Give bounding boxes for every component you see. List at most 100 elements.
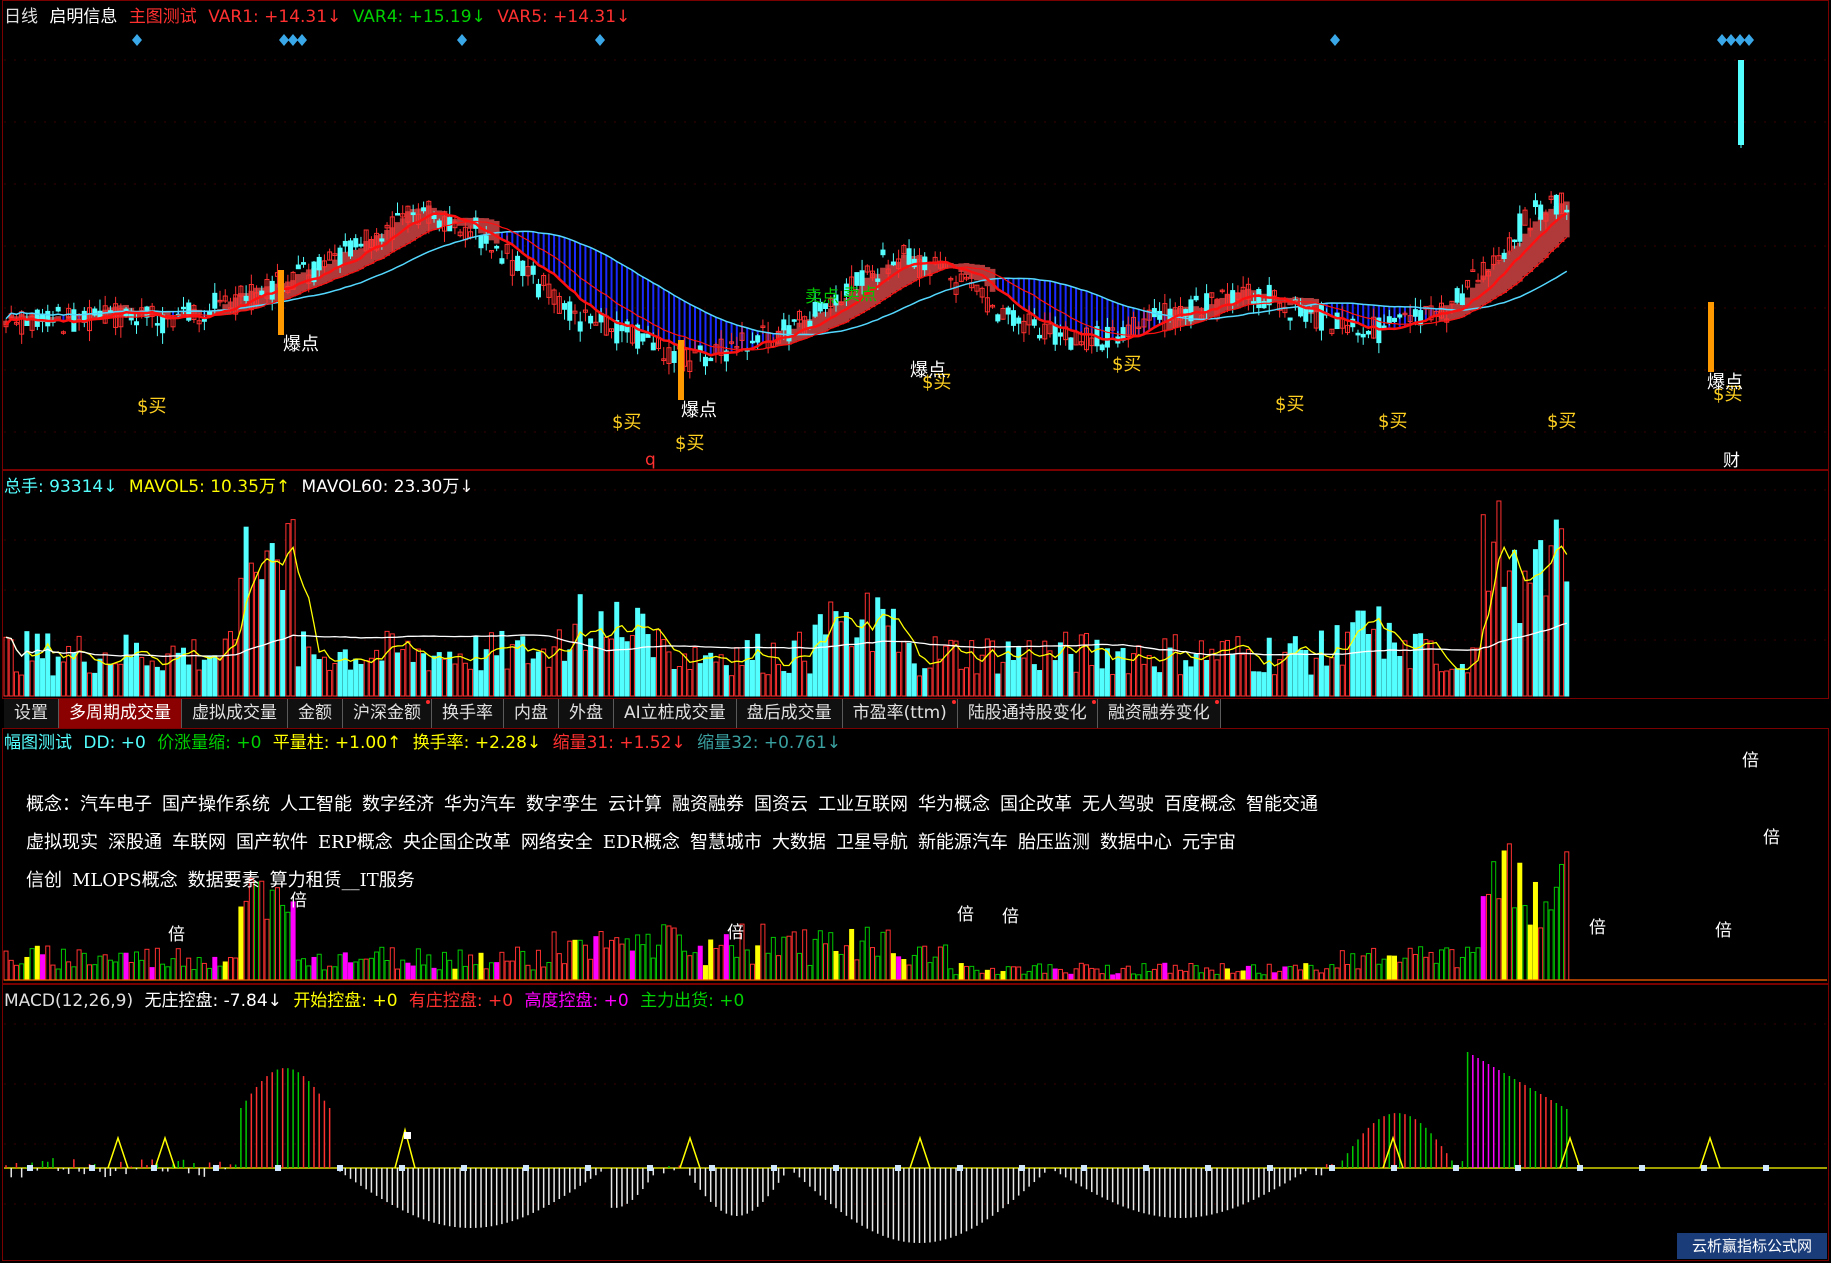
volume-bar	[901, 640, 907, 697]
amplitude-bar	[1355, 968, 1361, 981]
tab-0[interactable]: 设置	[4, 699, 59, 728]
amplitude-bar	[1271, 972, 1277, 981]
volume-bar	[786, 672, 792, 697]
amplitude-bar	[374, 951, 380, 981]
candle-body	[1010, 310, 1016, 326]
tab-10[interactable]: 市盈率(ttm)	[842, 699, 958, 728]
amplitude-bar	[269, 889, 275, 981]
amplitude-bar	[796, 952, 802, 981]
volume-bar	[1553, 519, 1559, 697]
volume-bar	[358, 663, 364, 697]
volume-bar	[509, 644, 515, 697]
amplitude-bar	[379, 946, 385, 981]
amplitude-bar	[66, 961, 72, 981]
volume-bar	[123, 634, 129, 697]
concept-tag: 国产操作系统	[162, 794, 270, 815]
volume-bar	[494, 655, 500, 697]
tab-5[interactable]: 换手率	[432, 699, 504, 728]
amplitude-bar	[1261, 974, 1267, 981]
amplitude-bar	[1005, 966, 1011, 981]
volume-bar	[1381, 658, 1387, 697]
tab-7[interactable]: 外盘	[559, 699, 614, 728]
amplitude-bar	[823, 943, 829, 981]
amplitude-bar	[1496, 898, 1502, 981]
amplitude-bar	[833, 950, 839, 981]
volume-bar	[791, 640, 797, 697]
candle-body	[301, 262, 307, 265]
candle-body	[1193, 295, 1199, 301]
volume-bar	[1078, 634, 1084, 697]
amplitude-bar	[635, 934, 641, 981]
amplitude-bar	[1303, 963, 1309, 981]
volume-bar	[436, 652, 442, 697]
volume-bar	[1010, 659, 1016, 697]
candle-body	[875, 278, 881, 282]
volume-bar	[890, 608, 896, 697]
candle-body	[1381, 325, 1387, 329]
volume-chart[interactable]	[0, 470, 1831, 699]
tab-4[interactable]: 沪深金额	[343, 699, 432, 728]
amplitude-bar	[1224, 968, 1230, 981]
concept-tag: 华为概念	[918, 794, 990, 815]
amplitude-bar	[1219, 963, 1225, 981]
amplitude-bar	[499, 951, 505, 981]
volume-bar	[1005, 641, 1011, 697]
amplitude-bar	[50, 964, 56, 981]
amplitude-bar	[285, 911, 291, 981]
volume-bar	[1538, 540, 1544, 697]
trend-triangle	[1559, 1135, 1581, 1169]
volume-bar	[274, 559, 280, 697]
volume-bar	[207, 655, 213, 697]
amplitude-bar	[1146, 971, 1152, 981]
buy-signal-label: $买	[1547, 411, 1576, 432]
candle-body	[1204, 293, 1210, 313]
concept-tag: 信创	[26, 870, 62, 891]
amplitude-bar	[1000, 971, 1006, 981]
buy-signal-label: $买	[137, 396, 166, 417]
tab-label: 沪深金额	[353, 703, 421, 723]
tab-2[interactable]: 虚拟成交量	[182, 699, 288, 728]
volume-bar	[1465, 672, 1471, 697]
volume-bar	[567, 649, 573, 697]
candle-body	[1397, 314, 1403, 318]
volume-bar	[1397, 656, 1403, 697]
amplitude-bar	[843, 945, 849, 981]
tab-1[interactable]: 多周期成交量	[59, 699, 182, 728]
volume-bar	[833, 611, 839, 697]
volume-bar	[1073, 671, 1079, 697]
volume-bar	[734, 647, 740, 697]
tab-8[interactable]: AI立桩成交量	[614, 699, 737, 728]
concept-tag: 网络安全	[520, 832, 593, 853]
amplitude-bar	[864, 926, 870, 981]
amplitude-bar	[1277, 970, 1283, 981]
tab-3[interactable]: 金额	[288, 699, 343, 728]
candle-body	[708, 357, 714, 362]
square-marker	[1639, 1165, 1645, 1171]
concept-tag: 华为汽车	[444, 794, 516, 815]
volume-bar	[1449, 668, 1455, 697]
volume-bar	[3, 636, 9, 697]
trend-triangle	[1699, 1135, 1721, 1169]
volume-bar	[692, 646, 698, 697]
amplitude-bar	[838, 953, 844, 981]
tab-12[interactable]: 融资融券变化	[1097, 699, 1221, 728]
amplitude-bar	[791, 931, 797, 981]
volume-bar	[1245, 649, 1251, 697]
volume-bar	[1021, 657, 1027, 697]
q-marker: q	[645, 450, 656, 470]
tab-11[interactable]: 陆股通持股变化	[957, 699, 1098, 728]
volume-bar	[546, 666, 552, 697]
tab-9[interactable]: 盘后成交量	[736, 699, 843, 728]
amplitude-bar	[880, 931, 886, 981]
breakout-bar	[1708, 302, 1714, 372]
amplitude-bar	[588, 958, 594, 981]
volume-bar	[264, 550, 270, 697]
amplitude-bar	[1047, 964, 1053, 981]
macd-chart[interactable]	[0, 984, 1831, 1261]
amplitude-bar	[207, 967, 213, 981]
volume-bar	[958, 668, 964, 697]
amplitude-bar	[1084, 964, 1090, 981]
price-chart[interactable]: $买$买$买$买$买$买$买 $买$买爆点爆点爆点爆点卖点卖点q 财	[0, 0, 1831, 470]
amplitude-bar	[603, 947, 609, 981]
tab-6[interactable]: 内盘	[504, 699, 559, 728]
